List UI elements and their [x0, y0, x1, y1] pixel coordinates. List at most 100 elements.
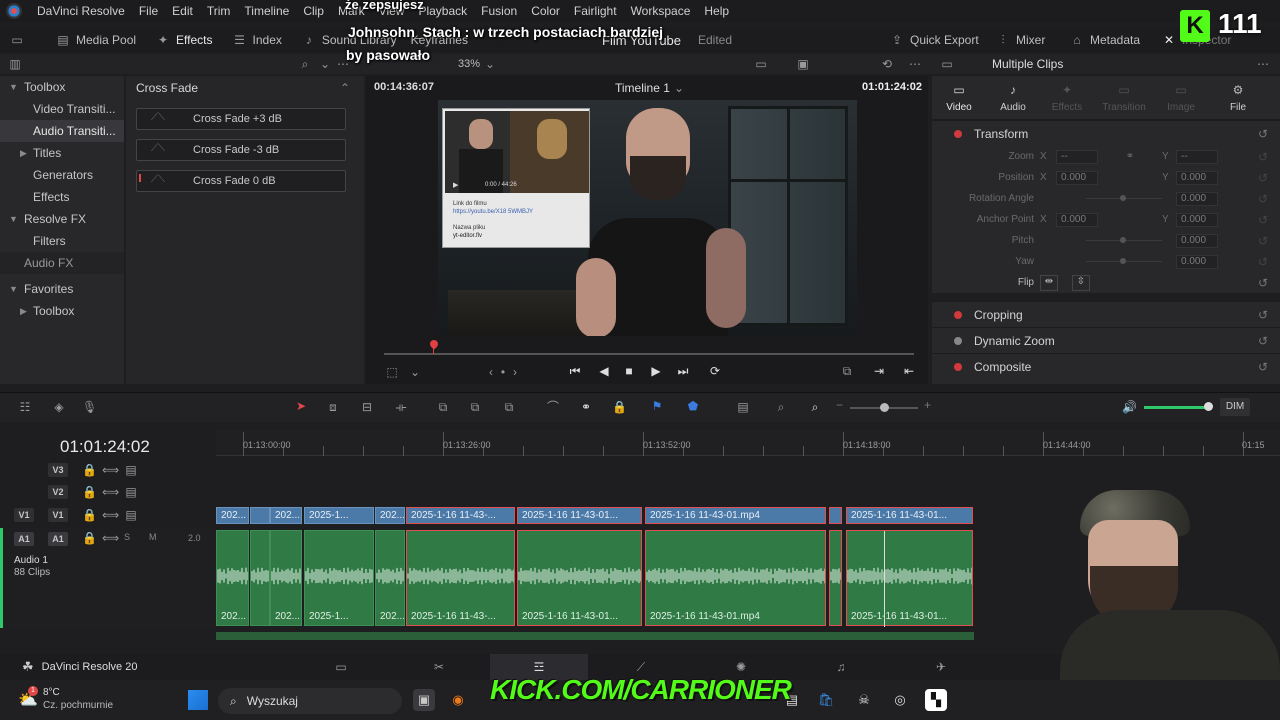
dynamic-trim-icon[interactable]: ⊟: [360, 401, 374, 413]
viewer-zoom[interactable]: 33%: [458, 58, 480, 70]
play-reverse-icon[interactable]: ◀: [597, 365, 611, 377]
audio-clip[interactable]: 2025-1-16 11-43-01...: [517, 530, 642, 626]
audio-clip[interactable]: 2025-1-16 11-43-01.mp4: [645, 530, 826, 626]
tab-file[interactable]: ⚙ File: [1208, 76, 1268, 119]
video-clip[interactable]: 2025-1-16 11-43-01...: [846, 507, 973, 524]
color-page-icon[interactable]: ✺: [734, 661, 748, 673]
sidebar-item-audio-transitions[interactable]: Audio Transiti...: [0, 120, 124, 142]
mixer-button[interactable]: ⫶ Mixer: [986, 33, 1055, 47]
menu-help[interactable]: Help: [697, 4, 736, 18]
sidebar-item-effects[interactable]: Effects: [0, 186, 124, 208]
skull-app-icon[interactable]: ☠: [853, 689, 875, 711]
timeline-playhead[interactable]: [884, 531, 885, 627]
linked-selection-icon[interactable]: ⚭: [579, 401, 593, 413]
timeline-options-icon[interactable]: ☷: [18, 401, 32, 413]
mark-in-icon[interactable]: ⇥: [872, 365, 886, 377]
anchor-y-field[interactable]: 0.000: [1176, 212, 1218, 227]
zoom-y-field[interactable]: --: [1176, 149, 1218, 164]
viewer-mode-icon[interactable]: ▣: [796, 58, 810, 70]
track-label[interactable]: V2: [48, 485, 68, 499]
track-label[interactable]: V1: [48, 508, 68, 522]
audio-clip[interactable]: [829, 530, 842, 626]
favorites-header[interactable]: ▼ Favorites: [0, 278, 124, 300]
composite-section[interactable]: Composite ↺: [932, 353, 1280, 379]
snapping-view-icon[interactable]: ◈: [52, 401, 66, 413]
zoom-in-icon[interactable]: +: [924, 398, 931, 412]
flag-icon[interactable]: ⚑: [650, 400, 664, 412]
tab-video[interactable]: ▭ Video: [932, 76, 986, 119]
windows-start-icon[interactable]: [188, 690, 208, 710]
menu-edit[interactable]: Edit: [165, 4, 200, 18]
menu-timeline[interactable]: Timeline: [237, 4, 296, 18]
lock-icon[interactable]: 🔒: [82, 464, 97, 476]
video-clip[interactable]: [250, 507, 270, 524]
pitch-field[interactable]: 0.000: [1176, 233, 1218, 248]
enabled-dot-icon[interactable]: [954, 310, 962, 319]
quick-export-button[interactable]: ⇪ Quick Export: [880, 33, 989, 47]
source-patch-v1[interactable]: V1: [14, 508, 34, 522]
video-clip[interactable]: 2025-1-16 11-43-...: [406, 507, 515, 524]
sidebar-item-filters[interactable]: Filters: [0, 230, 124, 252]
position-y-field[interactable]: 0.000: [1176, 170, 1218, 185]
inspector-more-icon[interactable]: ⋯: [1256, 58, 1270, 70]
tab-audio[interactable]: ♪ Audio: [986, 76, 1040, 119]
position-lock-icon[interactable]: 🔒: [612, 401, 627, 413]
tab-image[interactable]: ▭ Image: [1154, 76, 1208, 119]
reset-icon[interactable]: ↺: [1258, 213, 1268, 227]
sidebar-item-audio-fx[interactable]: Audio FX: [0, 252, 124, 274]
video-clip[interactable]: [829, 507, 842, 524]
lock-icon[interactable]: 🔒: [82, 486, 97, 498]
voiceover-mic-icon[interactable]: 🎙: [82, 401, 97, 413]
track-enable-icon[interactable]: ▤: [124, 486, 138, 498]
sidebar-item-favorites-toolbox[interactable]: ▶ Toolbox: [0, 300, 124, 322]
tab-transition[interactable]: ▭ Transition: [1094, 76, 1154, 119]
audio-clip[interactable]: 2025-1-16 11-43-01...: [846, 530, 973, 626]
auto-select-icon[interactable]: ⟺: [102, 486, 119, 498]
reset-icon[interactable]: ↺: [1258, 150, 1268, 164]
video-clip[interactable]: 202...: [270, 507, 302, 524]
track-label[interactable]: V3: [48, 463, 68, 477]
store-icon[interactable]: 🛍: [815, 689, 837, 711]
menu-clip[interactable]: Clip: [296, 4, 331, 18]
timeline-chevron-icon[interactable]: ⌄: [672, 82, 686, 94]
video-clip[interactable]: 2025-1-16 11-43-01.mp4: [645, 507, 826, 524]
video-clip[interactable]: 202...: [375, 507, 405, 524]
yaw-field[interactable]: 0.000: [1176, 254, 1218, 269]
mute-button[interactable]: M: [149, 532, 157, 542]
viewer-more-icon[interactable]: ⋯: [908, 58, 922, 70]
disabled-dot-icon[interactable]: [954, 336, 962, 345]
link-icon[interactable]: ⚭: [1098, 151, 1162, 162]
video-clip[interactable]: 202...: [216, 507, 249, 524]
cropping-section[interactable]: Cropping ↺: [932, 301, 1280, 327]
effects-button[interactable]: ✦ Effects: [146, 33, 222, 47]
fusion-page-icon[interactable]: ⟋: [634, 661, 648, 673]
search-icon[interactable]: ⌕: [298, 58, 312, 70]
insert-clip-icon[interactable]: ⧉: [436, 401, 450, 413]
collapse-up-icon[interactable]: ⌃: [340, 81, 350, 95]
zoom-chevron-icon[interactable]: ⌄: [483, 58, 497, 70]
zoom-out-icon[interactable]: −: [836, 398, 843, 412]
lock-icon[interactable]: 🔒: [82, 532, 97, 544]
volume-slider[interactable]: [1144, 406, 1210, 409]
menu-color[interactable]: Color: [524, 4, 567, 18]
detail-zoom-icon[interactable]: ⌕: [774, 401, 788, 413]
audio-clip[interactable]: 2025-1...: [304, 530, 374, 626]
audio-clip[interactable]: 2025-1-16 11-43-...: [406, 530, 515, 626]
auto-select-icon[interactable]: ⟺: [102, 532, 119, 544]
enabled-dot-icon[interactable]: [954, 362, 962, 371]
zoom-x-field[interactable]: --: [1056, 149, 1098, 164]
auto-select-icon[interactable]: ⟺: [102, 464, 119, 476]
track-label[interactable]: A1: [48, 532, 68, 546]
position-x-field[interactable]: 0.000: [1056, 170, 1098, 185]
audio-clip[interactable]: [250, 530, 270, 626]
solo-button[interactable]: S: [124, 532, 130, 542]
effect-cross-fade-0[interactable]: ⟋⟍ Cross Fade 0 dB: [136, 170, 346, 192]
reset-icon[interactable]: ↺: [1258, 192, 1268, 206]
dim-button[interactable]: DIM: [1220, 398, 1250, 416]
sidebar-toggle-icon[interactable]: ▥: [8, 58, 22, 70]
metadata-button[interactable]: ⌂ Metadata: [1060, 33, 1150, 47]
chevron-down-icon[interactable]: ⌄: [318, 58, 332, 70]
menu-workspace[interactable]: Workspace: [624, 4, 698, 18]
replace-clip-icon[interactable]: ⧉: [502, 401, 516, 413]
reset-icon[interactable]: ↺: [1258, 171, 1268, 185]
